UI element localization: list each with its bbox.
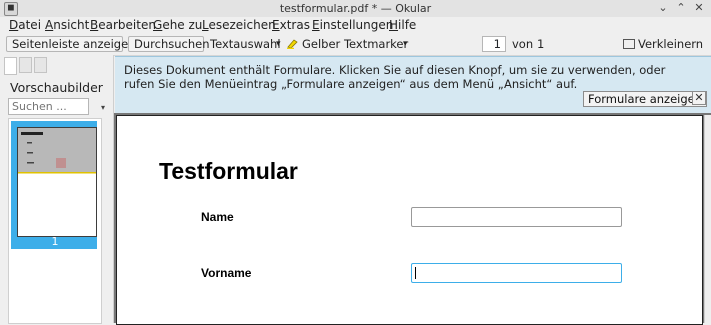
text-select-button[interactable]: Textauswahl	[210, 37, 281, 51]
thumbnail-list[interactable]: 1	[8, 118, 102, 324]
text-caret	[415, 267, 416, 279]
pdf-page: Testformular Name Vorname	[116, 115, 703, 325]
title-bar: ◼ testformular.pdf * — Okular ⌄ ⌃ ✕	[0, 0, 711, 17]
name-field[interactable]	[411, 207, 622, 227]
toolbar: Seitenleiste anzeigen Durchsuchen Textau…	[0, 34, 711, 56]
zoom-out-label: Verkleinern	[638, 37, 704, 51]
window-title: testformular.pdf * — Okular	[279, 2, 432, 15]
banner-message: Dieses Dokument enthält Formulare. Klick…	[124, 63, 666, 91]
thumbnail-search-input[interactable]	[8, 98, 89, 115]
browse-button[interactable]: Durchsuchen	[128, 36, 210, 52]
chevron-down-icon[interactable]: ▾	[276, 39, 281, 49]
vorname-field[interactable]	[411, 263, 622, 283]
document-viewer[interactable]: Testformular Name Vorname	[114, 113, 711, 325]
show-forms-button[interactable]: Formulare anzeigen	[583, 91, 708, 107]
menu-bearbeiten[interactable]: Bearbeiten	[90, 18, 156, 32]
menu-ansicht[interactable]: Ansicht	[45, 18, 89, 32]
thumbnail-page-1[interactable]: 1	[11, 121, 97, 249]
sidebar: Vorschaubilder ▾ 1	[0, 55, 114, 324]
vertical-scrollbar[interactable]	[704, 115, 711, 323]
chevron-down-icon[interactable]: ▾	[101, 103, 105, 112]
sidebar-tab-thumbnails[interactable]	[4, 57, 17, 75]
menu-gehe-zu[interactable]: Gehe zu	[153, 18, 202, 32]
page-thumbnail	[17, 127, 97, 237]
chevron-down-icon[interactable]: ⌄	[657, 2, 669, 14]
sidebar-tab-2[interactable]	[19, 57, 32, 73]
zoom-out-icon	[623, 39, 635, 49]
page-preview-image	[18, 128, 96, 174]
close-icon[interactable]: ✕	[692, 91, 706, 105]
menu-einstellungen[interactable]: Einstellungen	[312, 18, 393, 32]
page-number-input[interactable]: 1	[482, 36, 506, 52]
menu-lesezeichen[interactable]: Lesezeichen	[202, 18, 276, 32]
thumbnails-heading: Vorschaubilder	[10, 80, 103, 95]
sidebar-toggle-button[interactable]: Seitenleiste anzeigen	[6, 36, 135, 52]
zoom-out-button[interactable]: Verkleinern	[623, 37, 703, 51]
vorname-label: Vorname	[201, 266, 252, 280]
sidebar-tab-3[interactable]	[34, 57, 47, 73]
chevron-down-icon[interactable]: ▾	[403, 39, 408, 49]
highlighter-icon	[286, 37, 300, 52]
name-label: Name	[201, 210, 234, 224]
menu-extras[interactable]: Extras	[272, 18, 310, 32]
menu-datei[interactable]: Datei	[9, 18, 41, 32]
menu-bar: Datei Ansicht Bearbeiten Gehe zu Lesezei…	[0, 17, 711, 34]
page-total: 1	[537, 37, 545, 51]
document-title: Testformular	[159, 158, 298, 184]
highlighter-button[interactable]: Gelber Textmarker	[302, 37, 408, 51]
chevron-up-icon[interactable]: ⌃	[675, 2, 687, 14]
menu-hilfe[interactable]: Hilfe	[389, 18, 416, 32]
thumbnail-page-number: 1	[51, 235, 59, 248]
forms-info-banner: Dieses Dokument enthält Formulare. Klick…	[115, 56, 711, 114]
close-icon[interactable]: ✕	[693, 2, 705, 14]
page-of-label: von	[512, 37, 534, 51]
